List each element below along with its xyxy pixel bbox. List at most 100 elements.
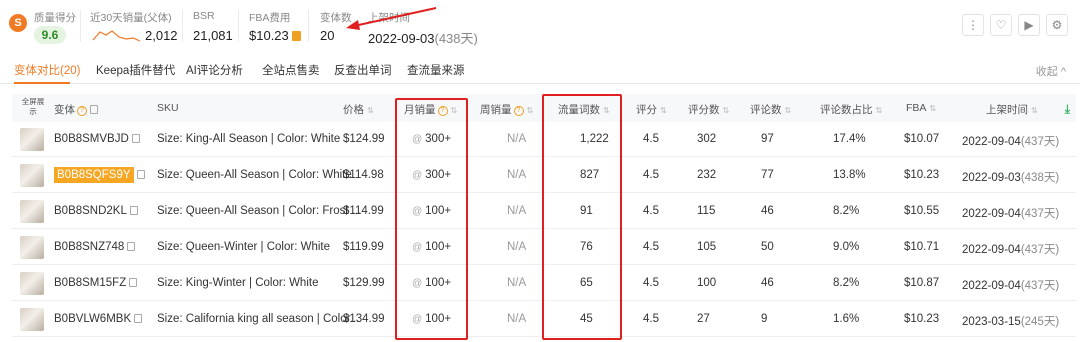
review-ratio-cell: 13.8% xyxy=(833,169,866,181)
launch-date: 2022-09-04 xyxy=(962,208,1021,220)
copy-icon[interactable] xyxy=(134,314,143,323)
sort-icon[interactable]: ⇅ xyxy=(367,106,374,115)
asin-cell[interactable]: B0B8SNZ748 xyxy=(54,241,136,253)
rating-cell: 4.5 xyxy=(643,133,659,145)
rating-count-cell: 232 xyxy=(697,169,717,181)
asin-cell[interactable]: B0B8SM15FZ xyxy=(54,277,138,289)
calculator-icon[interactable] xyxy=(291,31,301,41)
heart-icon[interactable]: ♡ xyxy=(990,14,1012,36)
copy-icon[interactable] xyxy=(129,278,138,287)
launch-time-cell: 2023-03-15(245天) xyxy=(962,313,1059,329)
col-price[interactable]: 价格 ⇅ xyxy=(343,102,374,117)
col-launch-time[interactable]: 上架时间 ⇅ xyxy=(986,102,1038,117)
rating-cell: 4.5 xyxy=(643,241,659,253)
col-review-ratio[interactable]: 评论数占比 ⇅ xyxy=(820,102,882,117)
sales-trend-sparkline[interactable] xyxy=(92,26,142,42)
col-variant-label: 变体 xyxy=(54,104,75,116)
asin-cell[interactable]: B0B8SMVBJD xyxy=(54,133,140,145)
product-thumbnail[interactable] xyxy=(20,128,44,151)
sales-30d-value: 2,012 xyxy=(145,28,178,43)
launch-time-cell: 2022-09-04(437天) xyxy=(962,241,1059,257)
variant-count-value: 20 xyxy=(320,28,335,43)
sort-icon[interactable]: ⇅ xyxy=(876,106,883,115)
rating-cell: 4.5 xyxy=(643,205,659,217)
col-review-ratio-label: 评论数占比 xyxy=(820,104,873,116)
product-thumbnail[interactable] xyxy=(20,308,44,331)
weekly-sales-cell: N/A xyxy=(507,241,527,253)
sort-icon[interactable]: ⇅ xyxy=(527,106,534,115)
copy-icon[interactable] xyxy=(90,105,98,114)
asin-link[interactable]: B0BVLW6MBK xyxy=(54,313,131,325)
launch-date: 2022-09-04 xyxy=(962,244,1021,256)
review-count-cell: 46 xyxy=(761,205,774,217)
review-count-cell: 77 xyxy=(761,169,774,181)
col-rating-label: 评分 xyxy=(636,104,657,116)
rating-count-cell: 302 xyxy=(697,133,717,145)
weekly-sales-cell: N/A xyxy=(507,205,527,217)
col-weekly-sales[interactable]: 周销量? ⇅ xyxy=(480,102,533,117)
copy-icon[interactable] xyxy=(136,170,145,179)
help-icon[interactable]: ? xyxy=(77,106,87,116)
product-thumbnail[interactable] xyxy=(20,236,44,259)
product-thumbnail[interactable] xyxy=(20,200,44,223)
asin-link[interactable]: B0B8SQFS9Y xyxy=(54,167,134,183)
play-icon[interactable]: ▶ xyxy=(1018,14,1040,36)
launch-date: 2022-09-03 xyxy=(962,172,1021,184)
launch-days: (438天) xyxy=(434,31,478,46)
settings-icon[interactable]: ⚙ xyxy=(1046,14,1068,36)
launch-days: (437天) xyxy=(1020,244,1060,256)
annotation-box-traffic-words xyxy=(542,94,622,340)
col-review-count[interactable]: 评论数 ⇅ xyxy=(750,102,791,117)
col-weekly-sales-label: 周销量 xyxy=(480,104,512,116)
sort-icon[interactable]: ⇅ xyxy=(723,106,730,115)
weekly-sales-cell: N/A xyxy=(507,313,527,325)
asin-link[interactable]: B0B8SND2KL xyxy=(54,205,127,217)
review-count-cell: 46 xyxy=(761,277,774,289)
bsr-label: BSR xyxy=(193,10,215,22)
launch-days: (437天) xyxy=(1020,208,1060,220)
divider xyxy=(308,10,309,42)
col-rating-count[interactable]: 评分数 ⇅ xyxy=(688,102,729,117)
tab-all-sites[interactable]: 全站点售卖 xyxy=(262,62,320,78)
weekly-sales-cell: N/A xyxy=(507,169,527,181)
asin-cell[interactable]: B0BVLW6MBK xyxy=(54,313,143,325)
quality-score-label: 质量得分 xyxy=(34,12,76,24)
price-cell: $134.99 xyxy=(343,313,385,325)
copy-icon[interactable] xyxy=(129,206,138,215)
launch-days: (437天) xyxy=(1020,136,1060,148)
rating-count-cell: 27 xyxy=(697,313,710,325)
download-icon[interactable]: ⤓ xyxy=(1065,102,1070,117)
review-ratio-cell: 8.2% xyxy=(833,277,860,289)
analysis-tabs: 变体对比(20) Keepa插件替代 AI评论分析 全站点售卖 反查出单词 查流… xyxy=(0,56,1080,84)
asin-cell[interactable]: B0B8SQFS9Y xyxy=(54,167,145,183)
sort-icon[interactable]: ⇅ xyxy=(660,106,667,115)
col-variant[interactable]: 变体? xyxy=(54,102,98,117)
launch-time-cell: 2022-09-04(437天) xyxy=(962,133,1059,149)
review-ratio-cell: 9.0% xyxy=(833,241,860,253)
tab-keepa[interactable]: Keepa插件替代 xyxy=(96,62,175,78)
review-ratio-cell: 1.6% xyxy=(833,313,860,325)
copy-icon[interactable] xyxy=(131,134,140,143)
copy-icon[interactable] xyxy=(127,242,136,251)
asin-link[interactable]: B0B8SMVBJD xyxy=(54,133,129,145)
asin-link[interactable]: B0B8SM15FZ xyxy=(54,277,126,289)
tab-variant-compare[interactable]: 变体对比(20) xyxy=(14,62,80,78)
divider xyxy=(238,10,239,42)
tab-ai-review[interactable]: AI评论分析 xyxy=(186,62,243,78)
collapse-button[interactable]: 收起 ^ xyxy=(1036,63,1066,79)
product-thumbnail[interactable] xyxy=(20,272,44,295)
product-thumbnail[interactable] xyxy=(20,164,44,187)
fullscreen-toggle[interactable]: 全屏展示 xyxy=(20,97,46,117)
col-fba[interactable]: FBA ⇅ xyxy=(906,102,936,114)
sort-icon[interactable]: ⇅ xyxy=(1031,106,1038,115)
more-icon[interactable]: ⋮ xyxy=(962,14,984,36)
asin-link[interactable]: B0B8SNZ748 xyxy=(54,241,124,253)
sku-cell: Size: King-Winter | Color: White xyxy=(157,277,319,289)
col-rating[interactable]: 评分 ⇅ xyxy=(636,102,667,117)
asin-cell[interactable]: B0B8SND2KL xyxy=(54,205,138,217)
tab-traffic-source[interactable]: 查流量来源 xyxy=(407,62,465,78)
tab-reverse-keywords[interactable]: 反查出单词 xyxy=(334,62,392,78)
sort-icon[interactable]: ⇅ xyxy=(785,106,792,115)
sort-icon[interactable]: ⇅ xyxy=(929,104,936,113)
help-icon[interactable]: ? xyxy=(513,106,524,116)
